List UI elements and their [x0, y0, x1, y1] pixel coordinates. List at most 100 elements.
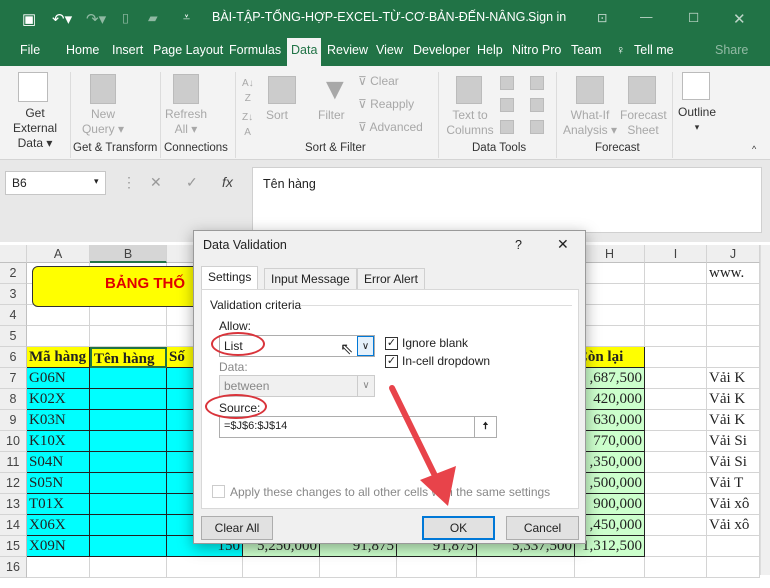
row-header-4[interactable]: 4	[0, 305, 27, 326]
sort-za-icon[interactable]: Z↓ A	[242, 110, 253, 140]
cell-j[interactable]: Vải xô	[707, 494, 760, 515]
refresh-all-button[interactable]: Refresh All ▾	[164, 107, 208, 137]
sort-az-icon[interactable]: A↓ Z	[242, 76, 254, 106]
cell[interactable]	[707, 326, 760, 347]
tab-nitro-pro[interactable]: Nitro Pro	[512, 43, 561, 57]
cell[interactable]	[645, 473, 707, 494]
new-icon[interactable]: ▯	[122, 10, 129, 25]
cell[interactable]	[645, 431, 707, 452]
tab-view[interactable]: View	[376, 43, 403, 57]
cell-name[interactable]	[90, 494, 167, 515]
cell[interactable]	[645, 536, 707, 557]
cell-j[interactable]: Vải Si	[707, 431, 760, 452]
consolidate-icon[interactable]	[530, 76, 544, 90]
data-validation-icon[interactable]	[500, 120, 514, 134]
cell[interactable]	[645, 410, 707, 431]
row-header-10[interactable]: 10	[0, 431, 27, 452]
row-header-5[interactable]: 5	[0, 326, 27, 347]
chevron-down-icon[interactable]: ∨	[357, 336, 374, 356]
cell-j[interactable]: Vải K	[707, 410, 760, 431]
ignore-blank-checkbox[interactable]: ✓	[385, 337, 398, 350]
cell[interactable]	[90, 557, 167, 578]
tab-error-alert[interactable]: Error Alert	[357, 268, 426, 289]
cell[interactable]	[645, 263, 707, 284]
cell-name[interactable]	[90, 452, 167, 473]
text-to-columns-button[interactable]: Text to Columns	[444, 108, 496, 138]
flash-fill-icon[interactable]	[500, 76, 514, 90]
cell[interactable]	[645, 326, 707, 347]
cell[interactable]	[27, 557, 90, 578]
row-header-12[interactable]: 12	[0, 473, 27, 494]
cell[interactable]	[645, 515, 707, 536]
tab-help[interactable]: Help	[477, 43, 503, 57]
new-query-button[interactable]: New Query ▾	[80, 107, 126, 137]
formula-input[interactable]: Tên hàng	[252, 167, 762, 233]
cell[interactable]	[167, 557, 243, 578]
tab-data[interactable]: Data	[287, 38, 322, 66]
header-ten-hang[interactable]: Tên hàng	[90, 347, 167, 368]
row-header-11[interactable]: 11	[0, 452, 27, 473]
cell-j[interactable]: Vải K	[707, 389, 760, 410]
what-if-analysis-button[interactable]: What-If Analysis ▾	[562, 108, 618, 138]
minimize-icon[interactable]: —	[640, 10, 653, 24]
filter-button[interactable]: Filter	[318, 108, 345, 123]
cell[interactable]	[27, 326, 90, 347]
row-header-3[interactable]: 3	[0, 284, 27, 305]
cell-code[interactable]: S04N	[27, 452, 90, 473]
cell-j[interactable]: Vải T	[707, 473, 760, 494]
redo-icon[interactable]: ↷▾	[86, 10, 106, 28]
vertical-scrollbar[interactable]	[760, 245, 770, 575]
cell[interactable]	[645, 284, 707, 305]
cell[interactable]	[645, 368, 707, 389]
relationships-icon[interactable]	[530, 98, 544, 112]
tab-home[interactable]: Home	[66, 43, 99, 57]
cell[interactable]	[707, 536, 760, 557]
close-icon[interactable]: ✕	[733, 10, 746, 28]
cell[interactable]	[320, 557, 397, 578]
cell[interactable]	[645, 557, 707, 578]
reapply-button[interactable]: ⊽ Reapply	[358, 97, 414, 112]
cell-j[interactable]: Vải Si	[707, 452, 760, 473]
close-button[interactable]: ✕	[557, 236, 569, 253]
row-header-16[interactable]: 16	[0, 557, 27, 578]
cancel-button[interactable]: Cancel	[506, 516, 579, 540]
row-header-8[interactable]: 8	[0, 389, 27, 410]
undo-icon[interactable]: ↶▾	[52, 10, 72, 28]
in-cell-dropdown-checkbox[interactable]: ✓	[385, 355, 398, 368]
clear-all-button[interactable]: Clear All	[201, 516, 273, 540]
data-model-icon[interactable]	[530, 120, 544, 134]
tab-settings[interactable]: Settings	[201, 266, 259, 290]
tab-input-message[interactable]: Input Message	[264, 268, 357, 289]
cell[interactable]	[645, 347, 707, 368]
help-button[interactable]: ?	[515, 238, 522, 252]
column-header-I[interactable]: I	[645, 245, 707, 263]
get-external-data-button[interactable]: Get External Data ▾	[2, 106, 68, 151]
row-header-2[interactable]: 2	[0, 263, 27, 284]
enter-icon[interactable]: ✓	[186, 174, 198, 191]
cell-code[interactable]: X09N	[27, 536, 90, 557]
open-icon[interactable]: ▰	[148, 10, 158, 25]
tell-me-search[interactable]: Tell me	[634, 43, 674, 57]
tab-team[interactable]: Team	[571, 43, 602, 57]
ribbon-display-icon[interactable]: ⊡	[597, 10, 607, 25]
cell[interactable]	[707, 557, 760, 578]
column-header-B[interactable]: B	[90, 245, 167, 263]
remove-duplicates-icon[interactable]	[500, 98, 514, 112]
cell[interactable]	[90, 305, 167, 326]
cell-j[interactable]: Vải xô	[707, 515, 760, 536]
range-select-icon[interactable]: 🠅	[474, 417, 496, 437]
cell-code[interactable]: G06N	[27, 368, 90, 389]
clear-button[interactable]: ⊽ Clear	[358, 74, 399, 89]
share-button[interactable]: Share	[715, 43, 748, 57]
advanced-button[interactable]: ⊽ Advanced	[358, 120, 423, 135]
outline-button[interactable]: Outline ▾	[676, 105, 718, 135]
cell[interactable]	[707, 347, 760, 368]
collapse-ribbon-icon[interactable]: ^	[752, 142, 756, 157]
cell-code[interactable]: K02X	[27, 389, 90, 410]
customize-icon[interactable]: ⩡	[183, 10, 190, 25]
cell-name[interactable]	[90, 389, 167, 410]
apply-all-checkbox[interactable]	[212, 485, 225, 498]
save-icon[interactable]: ▣	[22, 10, 36, 28]
cell[interactable]	[645, 305, 707, 326]
sort-button[interactable]: Sort	[266, 108, 288, 123]
